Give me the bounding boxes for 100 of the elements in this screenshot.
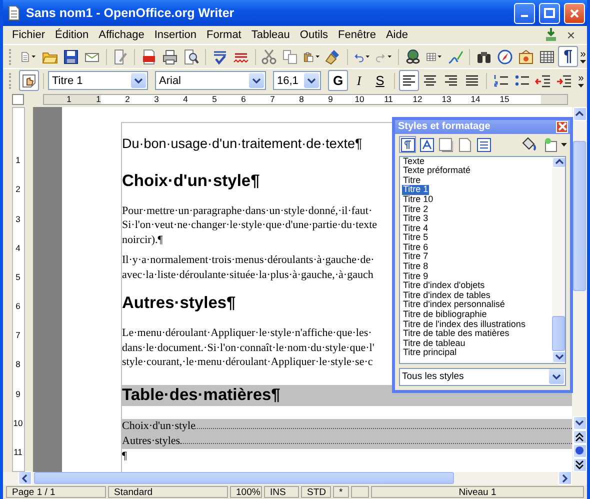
menu-item[interactable]: Outils xyxy=(294,29,334,41)
menu-item[interactable]: Fichier xyxy=(7,29,50,41)
panel-close-button[interactable] xyxy=(556,120,568,133)
ruler-number: 2 xyxy=(124,94,131,104)
overflow-button[interactable]: » xyxy=(578,74,584,83)
style-item[interactable]: Texte xyxy=(402,156,426,166)
style-item[interactable]: Titre xyxy=(402,176,422,186)
next-page-button[interactable] xyxy=(572,458,586,472)
menu-item[interactable]: Format xyxy=(202,29,246,41)
align-left-button[interactable] xyxy=(399,70,419,92)
style-item[interactable]: Titre d'index de tables xyxy=(402,290,492,300)
style-item[interactable]: Titre 1 xyxy=(402,185,430,195)
paint-bucket-icon xyxy=(521,136,537,153)
double-chevron-down-icon xyxy=(575,460,584,470)
style-item[interactable]: Titre 8 xyxy=(402,262,430,272)
toc-entry-text: Autres·styles xyxy=(122,434,180,449)
scroll-right-button[interactable] xyxy=(558,471,572,486)
chevron-down-icon xyxy=(134,78,143,84)
menu-item[interactable]: Insertion xyxy=(149,29,202,41)
style-item[interactable]: Titre 7 xyxy=(402,252,430,262)
tab-selector[interactable] xyxy=(12,94,24,105)
style-item[interactable]: Titre 9 xyxy=(402,272,430,282)
list-styles-button[interactable] xyxy=(475,136,492,154)
style-item[interactable]: Titre 6 xyxy=(402,242,430,252)
shadow-button[interactable]: S xyxy=(370,70,390,92)
chevron-down-icon xyxy=(552,374,561,380)
frame-styles-button[interactable] xyxy=(437,136,454,154)
close-button[interactable] xyxy=(564,2,585,24)
close-document-button[interactable]: × xyxy=(561,24,581,46)
scroll-thumb[interactable] xyxy=(552,316,565,351)
size-dropdown[interactable]: 16,1 xyxy=(273,71,321,90)
style-item[interactable]: Titre d'index d'objets xyxy=(402,281,486,291)
overflow-button[interactable]: » xyxy=(580,50,586,59)
bold-button[interactable]: G xyxy=(328,70,348,92)
style-item[interactable]: Titre 5 xyxy=(402,233,430,243)
style-item[interactable]: Titre de table des matières xyxy=(402,329,510,339)
menu-item[interactable]: Fenêtre xyxy=(333,29,381,41)
style-dropdown[interactable]: Titre 1 xyxy=(48,71,148,90)
scroll-up-button[interactable] xyxy=(572,106,586,121)
magnifier-page-icon xyxy=(183,48,200,65)
numbered-list-icon xyxy=(493,72,509,89)
frame-icon xyxy=(438,138,452,152)
maximize-button[interactable] xyxy=(539,2,560,24)
chevron-left-icon xyxy=(22,474,28,483)
scroll-thumb[interactable] xyxy=(34,472,454,484)
italic-button[interactable]: I xyxy=(349,70,369,92)
scroll-thumb[interactable] xyxy=(573,140,586,291)
status-field: * xyxy=(333,486,349,498)
paragraph-line: avec·la·liste·déroulante·située·la·plus·à·gauche,·à·gauch xyxy=(122,268,374,282)
horizontal-ruler[interactable]: 1 1 2 3 4 5 6 7 8 9 10 11 12 13 14 15 xyxy=(43,94,568,105)
status-field: INS xyxy=(264,486,299,498)
chevron-down-icon xyxy=(252,78,261,84)
paragraph-line: Le·menu·déroulant·Appliquer·le·style·n'affiche·que·les· xyxy=(122,326,372,341)
navigation-button[interactable] xyxy=(572,444,586,458)
ruler-number: 11 xyxy=(14,446,22,460)
ruler-number: 9 xyxy=(327,94,334,104)
ruler-number: 3 xyxy=(153,94,160,104)
paragraph-line: noircir).¶ xyxy=(122,232,163,248)
style-item[interactable]: Titre 4 xyxy=(402,224,430,234)
scroll-down-button[interactable] xyxy=(552,350,565,363)
style-item[interactable]: Titre de tableau xyxy=(402,338,466,348)
printer-icon xyxy=(162,48,178,65)
style-item[interactable]: Titre 10 xyxy=(402,194,434,205)
style-item[interactable]: Titre 2 xyxy=(402,204,430,214)
style-item[interactable]: Texte préformaté xyxy=(402,166,472,176)
style-item[interactable]: Titre de bibliographie xyxy=(402,310,488,320)
toc-entry-text: Choix·d'un·style xyxy=(122,418,196,434)
caret-icon xyxy=(314,54,320,60)
gallery-icon xyxy=(518,48,534,65)
styles-list[interactable] xyxy=(399,156,566,364)
menu-item[interactable]: Affichage xyxy=(94,29,150,41)
paragraph-styles-button[interactable] xyxy=(399,136,416,154)
formatting-marks-button[interactable]: ¶ xyxy=(558,46,578,68)
menu-item[interactable]: Édition xyxy=(50,29,94,41)
paragraph-line: style·courant,·le·menu·déroulant·Appliquer·le·style·se·c xyxy=(122,355,373,370)
maximize-icon xyxy=(544,8,555,18)
previous-page-button[interactable] xyxy=(572,430,586,444)
paragraph-line: Pour·mettre·un·paragraphe·dans·un·style·donné,·il·faut· xyxy=(122,204,372,218)
letter-icon xyxy=(420,138,434,152)
scroll-up-button[interactable] xyxy=(552,156,565,168)
filter-dropdown[interactable]: Tous les styles xyxy=(399,368,566,386)
style-item[interactable]: Titre principal xyxy=(402,348,458,358)
scroll-down-button[interactable] xyxy=(572,416,586,430)
page-styles-button[interactable] xyxy=(456,136,473,154)
font-dropdown[interactable]: Arial xyxy=(155,71,266,90)
menu-item[interactable]: Aide xyxy=(380,29,413,41)
stylist-button[interactable] xyxy=(19,70,39,92)
minimize-button[interactable] xyxy=(514,2,535,24)
ruler-number: 4 xyxy=(16,242,20,255)
ruler-number: 14 xyxy=(470,94,482,104)
character-styles-button[interactable] xyxy=(418,136,435,154)
ruler-number: 5 xyxy=(16,270,20,284)
empty-status-field xyxy=(351,486,369,498)
paintbrush-icon xyxy=(325,48,342,65)
style-item[interactable]: Titre d'index personnalisé xyxy=(402,300,506,310)
style-item[interactable]: Titre de l'index des illustrations xyxy=(402,320,526,330)
heading: Choix·d'un·style¶ xyxy=(122,170,260,192)
menu-item[interactable]: Tableau xyxy=(246,29,295,41)
scroll-left-button[interactable] xyxy=(18,471,32,486)
style-item[interactable]: Titre 3 xyxy=(402,214,430,224)
